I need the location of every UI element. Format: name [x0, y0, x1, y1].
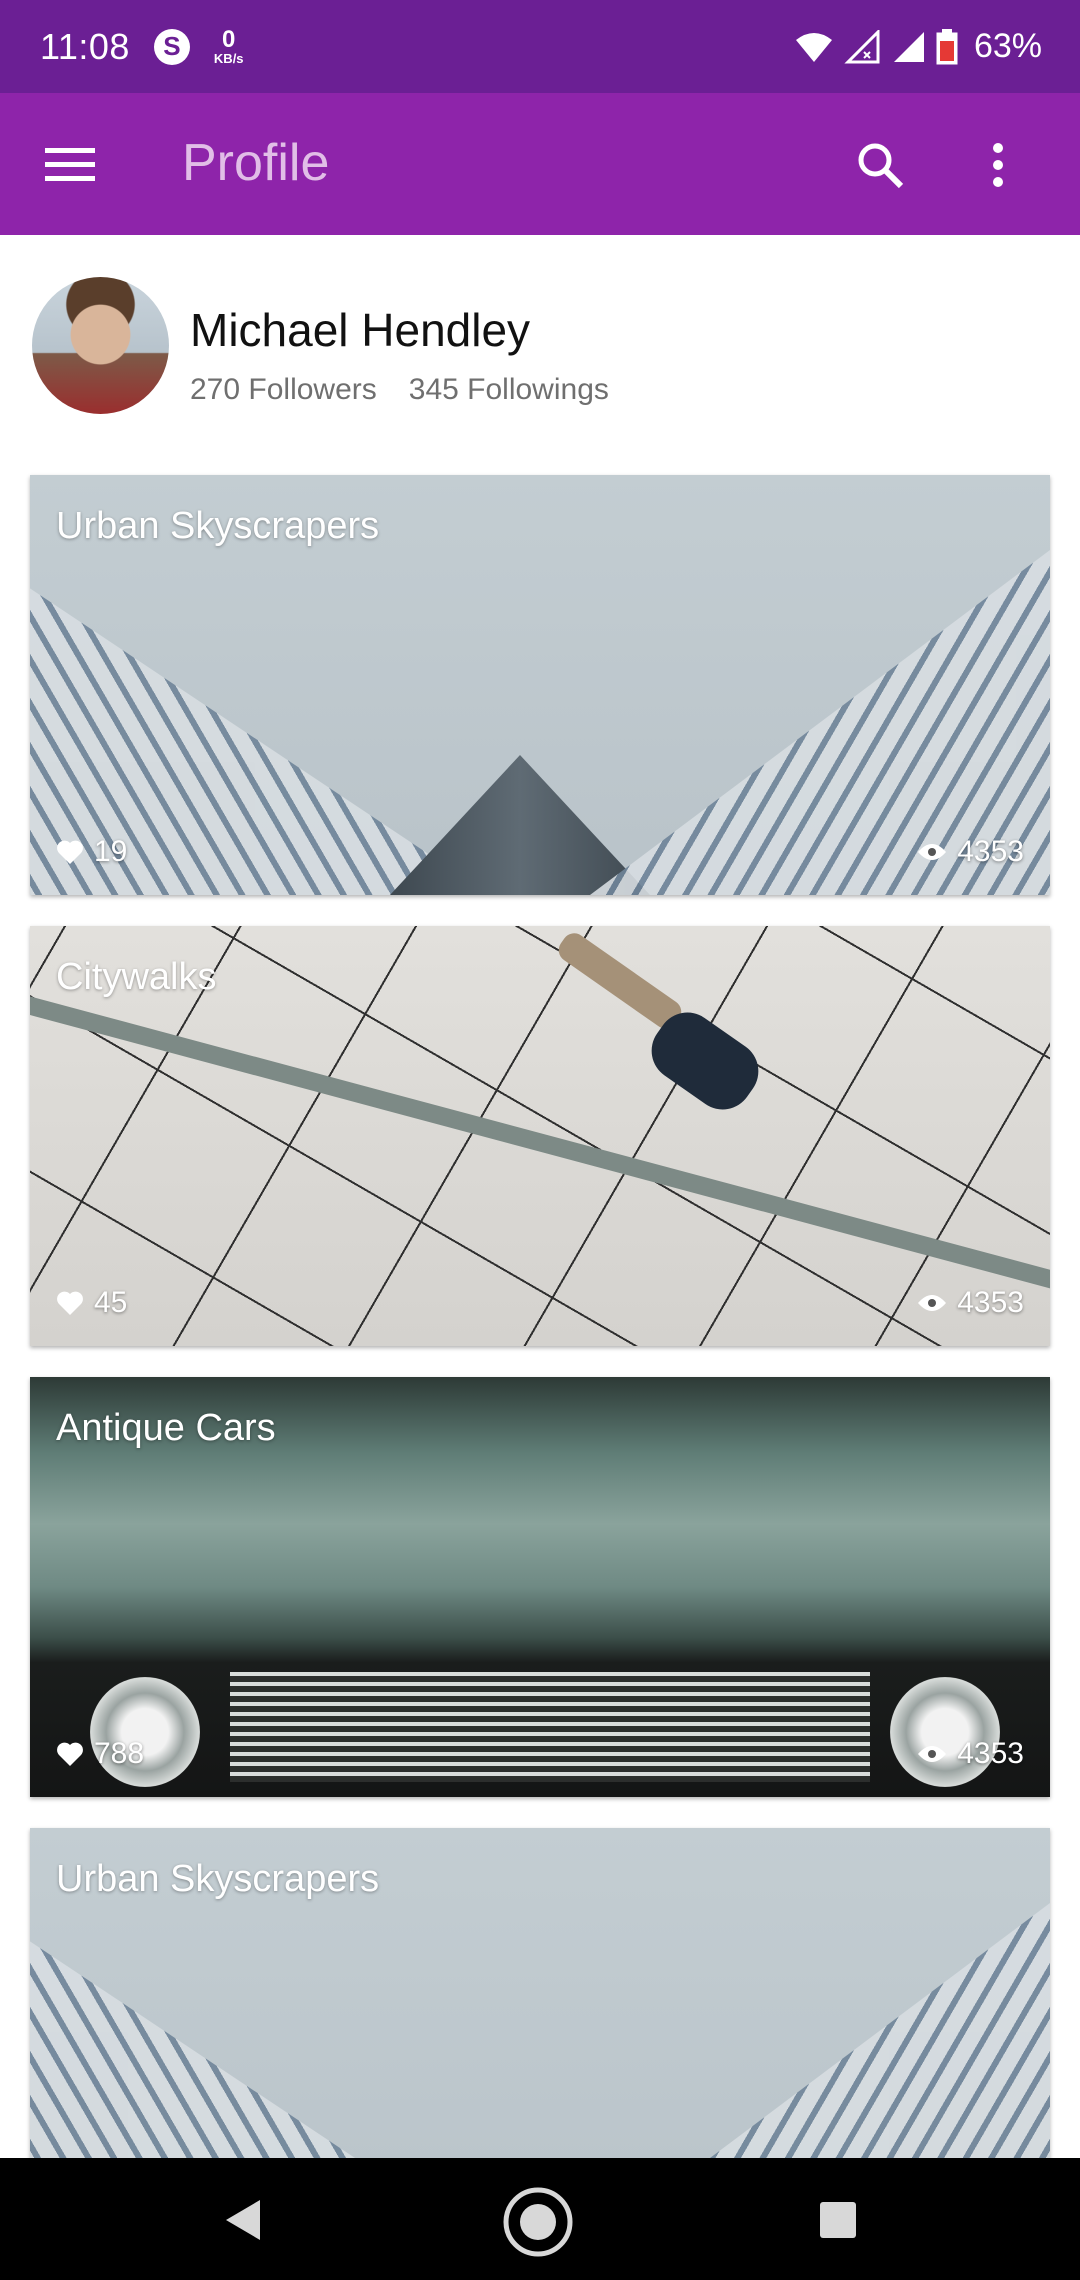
followings-count[interactable]: 345 Followings: [409, 373, 609, 407]
menu-icon: [45, 148, 95, 181]
followers-count[interactable]: 270 Followers: [190, 373, 377, 407]
battery-percent: 63%: [973, 27, 1042, 65]
status-right: 63%: [794, 27, 1042, 66]
system-nav-bar: [0, 2158, 1080, 2280]
net-speed-value: 0: [222, 26, 236, 53]
card-likes[interactable]: 19: [56, 835, 127, 869]
menu-button[interactable]: [40, 135, 100, 195]
signal-icon-2: [893, 31, 924, 62]
net-speed-unit: KB/s: [213, 51, 244, 66]
search-icon: [858, 143, 904, 189]
profile-header: Michael Hendley 270 Followers 345 Follow…: [0, 235, 1080, 475]
recents-icon: [820, 2202, 856, 2238]
curb-shape: [30, 986, 1050, 1315]
profile-screen: 11:08 S 0 KB/s 63% Profile Michael Hendl…: [0, 0, 1080, 2280]
profile-name: Michael Hendley: [190, 304, 531, 356]
eye-icon: [918, 1295, 947, 1311]
status-left: 11:08 S 0 KB/s: [40, 26, 244, 68]
page-title: Profile: [182, 134, 330, 192]
views-count: 4353: [957, 1737, 1024, 1770]
profile-stats: 270 Followers 345 Followings: [190, 373, 609, 407]
battery-icon: [936, 28, 958, 64]
person-legs: [554, 928, 686, 1034]
album-card[interactable]: Citywalks 45 4353: [30, 926, 1050, 1346]
card-title: Urban Skyscrapers: [56, 1858, 380, 1900]
car-grille: [230, 1672, 870, 1782]
card-views: 4353: [917, 1737, 1024, 1771]
back-button[interactable]: [210, 2188, 274, 2252]
heart-icon: [57, 1742, 83, 1766]
eye-icon: [918, 844, 947, 860]
card-views: 4353: [917, 835, 1024, 869]
more-vertical-icon: [993, 143, 1003, 187]
likes-count: 45: [94, 1286, 128, 1319]
search-button[interactable]: [848, 133, 912, 197]
skype-icon: S: [153, 28, 190, 65]
back-icon: [226, 2200, 260, 2240]
net-speed: 0 KB/s: [213, 26, 244, 66]
views-count: 4353: [957, 1286, 1024, 1319]
heart-icon: [57, 1291, 83, 1315]
likes-count: 19: [94, 835, 128, 868]
wifi-icon: [795, 32, 832, 62]
album-list: Urban Skyscrapers 19 4353 Citywalks 45 4…: [30, 475, 1050, 2279]
app-bar: Profile: [0, 93, 1080, 235]
card-title: Urban Skyscrapers: [56, 505, 380, 547]
album-card[interactable]: Antique Cars 788 4353: [30, 1377, 1050, 1797]
signal-icon: [844, 29, 880, 63]
card-likes[interactable]: 788: [56, 1737, 144, 1771]
card-title: Antique Cars: [56, 1407, 276, 1449]
likes-count: 788: [94, 1737, 145, 1770]
heart-icon: [57, 840, 83, 864]
eye-icon: [918, 1746, 947, 1762]
status-time: 11:08: [40, 25, 130, 67]
card-title: Citywalks: [56, 956, 217, 998]
skyscraper-peak: [390, 755, 650, 895]
recents-button[interactable]: [806, 2188, 870, 2252]
card-likes[interactable]: 45: [56, 1286, 127, 1320]
views-count: 4353: [957, 835, 1024, 868]
home-icon: [503, 2187, 573, 2257]
album-card[interactable]: Urban Skyscrapers 19 4353: [30, 475, 1050, 895]
card-views: 4353: [917, 1286, 1024, 1320]
more-options-button[interactable]: [966, 133, 1030, 197]
avatar[interactable]: [32, 277, 169, 414]
home-button[interactable]: [500, 2184, 576, 2260]
status-bar: 11:08 S 0 KB/s 63%: [0, 0, 1080, 93]
